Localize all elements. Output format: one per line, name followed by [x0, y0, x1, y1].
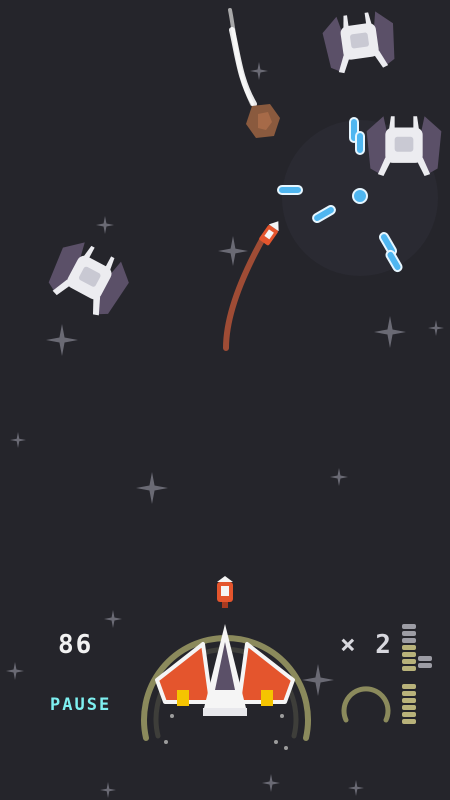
star-icon: [46, 324, 78, 356]
game-canvas[interactable]: [0, 0, 450, 800]
enemy-ship-icon: [320, 9, 399, 76]
ammo-gauge-icon: [402, 684, 416, 724]
asteroid: [228, 8, 280, 138]
star-icon: [250, 62, 268, 80]
ammo-gauge-icon: [402, 624, 432, 671]
multiplier-display: × 2: [340, 630, 393, 660]
star-icon: [136, 472, 168, 504]
star-icon: [6, 662, 24, 680]
enemy-ship: [41, 234, 136, 323]
player-missile: [217, 576, 233, 608]
star-icon: [428, 320, 444, 336]
ammo-gauge: [402, 624, 432, 724]
score-display: 86: [58, 630, 94, 660]
power-ring: [341, 686, 391, 723]
enemy-missile: [223, 221, 279, 351]
enemy-ship: [320, 9, 399, 76]
pause-button[interactable]: PAUSE: [50, 695, 111, 715]
player-ship[interactable]: [155, 624, 295, 716]
star-icon: [374, 316, 406, 348]
star-icon: [218, 236, 248, 266]
enemy-ship-icon: [41, 234, 136, 323]
star-icon: [10, 432, 26, 448]
player-ship-icon: [155, 624, 295, 716]
star-icon: [262, 774, 280, 792]
star-icon: [100, 782, 116, 798]
star-icon: [104, 610, 122, 628]
star-icon: [330, 468, 348, 486]
star-icon: [96, 216, 114, 234]
star-icon: [348, 780, 364, 796]
star-icon: [302, 664, 334, 696]
